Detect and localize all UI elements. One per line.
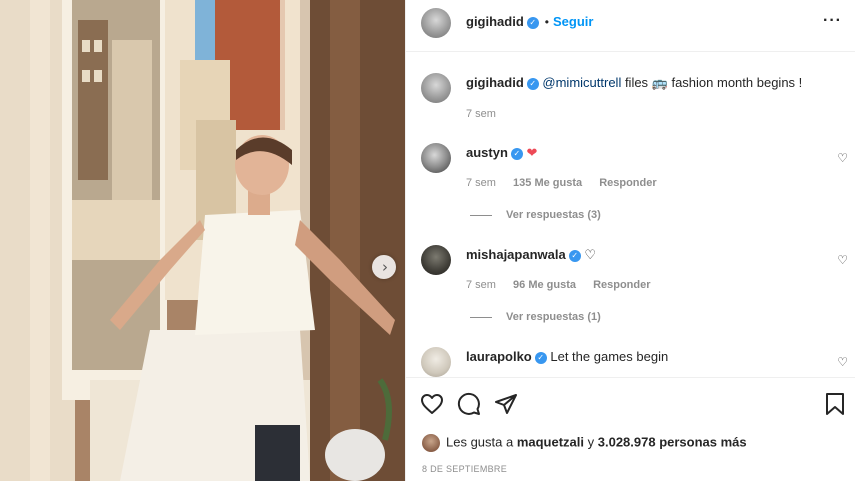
author-username[interactable]: gigihadid <box>466 14 524 29</box>
comment-body: Let the games begin <box>550 349 669 364</box>
verified-icon: ✓ <box>510 147 523 160</box>
commenter-username[interactable]: austyn <box>466 145 508 160</box>
like-comment-icon[interactable]: ♡ <box>837 151 848 165</box>
comment-time[interactable]: 7 sem <box>466 279 496 291</box>
likes-count[interactable]: 3.028.978 personas más <box>598 434 747 449</box>
caption-author-avatar[interactable] <box>421 73 451 103</box>
commenter-username[interactable]: mishajapanwala <box>466 247 566 262</box>
likes-summary[interactable]: Les gusta a maquetzali y 3.028.978 perso… <box>422 434 747 452</box>
verified-icon: ✓ <box>534 351 547 364</box>
view-replies-button[interactable]: Ver respuestas (1) <box>470 311 601 323</box>
more-options-icon[interactable]: ··· <box>823 12 842 30</box>
comment-text: mishajapanwala ✓ ♡ <box>466 247 596 263</box>
header-user: gigihadid ✓ • Seguir <box>466 14 593 29</box>
save-bookmark-icon[interactable] <box>824 392 846 416</box>
verified-icon: ✓ <box>568 249 581 262</box>
comment-likes[interactable]: 135 Me gusta <box>513 177 582 189</box>
share-icon[interactable] <box>494 392 518 416</box>
commenter-avatar[interactable] <box>421 347 451 377</box>
post-header: gigihadid ✓ • Seguir ··· <box>406 0 855 52</box>
comment-meta: 7 sem 135 Me gusta Responder <box>466 177 671 189</box>
red-heart-icon: ❤ <box>526 146 538 161</box>
comment-time[interactable]: 7 sem <box>466 177 496 189</box>
post-date[interactable]: 8 DE SEPTIEMBRE <box>422 464 507 474</box>
post-photo-image <box>0 0 405 481</box>
caption-time[interactable]: 7 sem <box>466 108 496 120</box>
post-side-panel: gigihadid ✓ • Seguir ··· gigihadid ✓ @mimicu… <box>405 0 855 481</box>
comment-text: laurapolko ✓ Let the games begin <box>466 349 668 364</box>
view-replies-label: Ver respuestas (3) <box>506 209 601 221</box>
caption-body: files 🚌 fashion month begins ! <box>621 75 803 90</box>
comments-list[interactable]: gigihadid ✓ @mimicuttrell files 🚌 fashion… <box>406 53 855 377</box>
reply-button[interactable]: Responder <box>599 177 656 189</box>
chevron-right-icon: › <box>382 257 388 276</box>
caption-meta: 7 sem <box>466 108 510 120</box>
like-comment-icon[interactable]: ♡ <box>837 355 848 369</box>
verified-icon: ✓ <box>526 77 539 90</box>
author-avatar[interactable] <box>421 8 451 38</box>
view-replies-button[interactable]: Ver respuestas (3) <box>470 209 601 221</box>
next-photo-button[interactable]: › <box>372 255 396 279</box>
likes-middle: y <box>584 434 598 450</box>
verified-icon: ✓ <box>526 16 539 29</box>
replies-line <box>470 316 492 318</box>
caption-mention[interactable]: @mimicuttrell <box>542 75 621 90</box>
commenter-avatar[interactable] <box>421 245 451 275</box>
comment-meta: 7 sem 96 Me gusta Responder <box>466 279 665 291</box>
commenter-avatar[interactable] <box>421 143 451 173</box>
post-actions: Les gusta a maquetzali y 3.028.978 perso… <box>406 377 855 481</box>
like-post-icon[interactable] <box>420 392 444 416</box>
view-replies-label: Ver respuestas (1) <box>506 311 601 323</box>
comment-likes[interactable]: 96 Me gusta <box>513 279 576 291</box>
caption-author-username[interactable]: gigihadid <box>466 75 524 90</box>
comment-icon[interactable] <box>457 392 481 416</box>
post-photo[interactable]: › <box>0 0 405 481</box>
follow-button[interactable]: Seguir <box>553 14 593 29</box>
liker-avatar[interactable] <box>422 434 440 452</box>
like-comment-icon[interactable]: ♡ <box>837 253 848 267</box>
caption-text: gigihadid ✓ @mimicuttrell files 🚌 fashion… <box>466 75 802 91</box>
comment-text: austyn ✓ ❤ <box>466 145 537 161</box>
liker-username[interactable]: maquetzali <box>517 434 584 449</box>
white-heart-icon: ♡ <box>584 248 596 263</box>
separator-dot: • <box>544 15 549 29</box>
likes-prefix: Les gusta a <box>446 434 517 450</box>
reply-button[interactable]: Responder <box>593 279 650 291</box>
commenter-username[interactable]: laurapolko <box>466 349 532 364</box>
replies-line <box>470 214 492 216</box>
